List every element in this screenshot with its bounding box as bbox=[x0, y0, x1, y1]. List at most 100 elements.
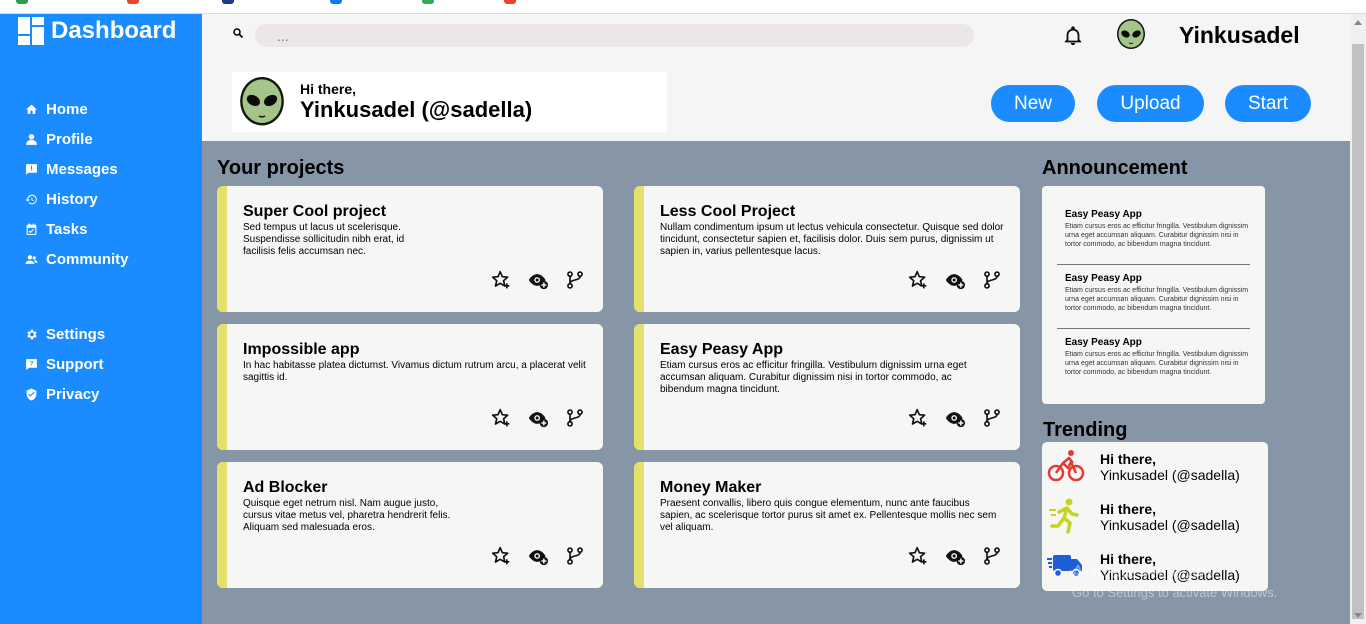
secondary-nav: Settings ? Support Privacy bbox=[24, 319, 194, 409]
bookmark-bar bbox=[0, 0, 1366, 14]
project-actions bbox=[491, 270, 585, 290]
trending-title: Trending bbox=[1043, 419, 1128, 441]
announcement-card: Easy Peasy App Etiam cursus eros ac effi… bbox=[1042, 186, 1265, 404]
cyclist-icon bbox=[1047, 446, 1085, 484]
brand[interactable]: Dashboard bbox=[18, 17, 176, 45]
project-description: Nullam condimentum ipsum ut lectus vehic… bbox=[660, 222, 1004, 257]
nav-label: Privacy bbox=[46, 385, 100, 403]
main-content: Your projects Super Cool project Sed tem… bbox=[202, 141, 1350, 624]
search-icon bbox=[232, 27, 244, 42]
avatar[interactable] bbox=[1115, 19, 1147, 51]
watch-icon[interactable] bbox=[945, 270, 965, 290]
dashboard-grid-icon bbox=[18, 17, 46, 45]
username[interactable]: Yinkusadel bbox=[1179, 22, 1300, 49]
greeting-card: Hi there, Yinkusadel (@sadella) bbox=[232, 72, 667, 132]
watch-icon[interactable] bbox=[945, 546, 965, 566]
project-description: Etiam cursus eros ac efficitur fringilla… bbox=[660, 360, 967, 395]
watch-icon[interactable] bbox=[945, 408, 965, 428]
nav-label: Tasks bbox=[46, 220, 88, 238]
project-card[interactable]: Money Maker Praesent convallis, libero q… bbox=[634, 462, 1020, 588]
fork-icon[interactable] bbox=[565, 546, 585, 566]
card-accent bbox=[634, 186, 644, 312]
new-button[interactable]: New bbox=[991, 85, 1075, 122]
nav-item-profile[interactable]: Profile bbox=[24, 124, 194, 154]
greeting-name: Yinkusadel (@sadella) bbox=[300, 97, 533, 122]
project-card[interactable]: Easy Peasy App Etiam cursus eros ac effi… bbox=[634, 324, 1020, 450]
announcement-item[interactable]: Easy Peasy App Etiam cursus eros ac effi… bbox=[1057, 273, 1250, 313]
watch-icon[interactable] bbox=[528, 270, 548, 290]
support-icon: ? bbox=[24, 357, 38, 371]
project-description: Praesent convallis, libero quis congue e… bbox=[660, 498, 997, 533]
search-input[interactable] bbox=[255, 24, 974, 47]
announcement-item[interactable]: Easy Peasy App Etiam cursus eros ac effi… bbox=[1057, 209, 1250, 249]
nav-item-community[interactable]: Community bbox=[24, 244, 194, 274]
brand-title: Dashboard bbox=[51, 17, 177, 44]
message-icon bbox=[24, 162, 38, 176]
nav-item-home[interactable]: Home bbox=[24, 94, 194, 124]
watch-icon[interactable] bbox=[528, 408, 548, 428]
project-card[interactable]: Impossible app In hac habitasse platea d… bbox=[217, 324, 603, 450]
project-card[interactable]: Super Cool project Sed tempus ut lacus u… bbox=[217, 186, 603, 312]
divider bbox=[1057, 328, 1250, 329]
star-add-icon[interactable] bbox=[491, 270, 511, 290]
trending-name: Yinkusadel (@sadella) bbox=[1100, 517, 1240, 533]
card-accent bbox=[217, 186, 227, 312]
project-actions bbox=[491, 546, 585, 566]
person-icon bbox=[24, 132, 38, 146]
trending-name: Yinkusadel (@sadella) bbox=[1100, 467, 1240, 483]
project-card[interactable]: Ad Blocker Quisque eget netrum nisl. Nam… bbox=[217, 462, 603, 588]
project-actions bbox=[491, 408, 585, 428]
nav-item-tasks[interactable]: Tasks bbox=[24, 214, 194, 244]
trending-greeting: Hi there, bbox=[1100, 501, 1157, 517]
nav-item-privacy[interactable]: Privacy bbox=[24, 379, 194, 409]
watch-icon[interactable] bbox=[528, 546, 548, 566]
nav-label: Messages bbox=[46, 160, 118, 178]
announcement-item[interactable]: Easy Peasy App Etiam cursus eros ac effi… bbox=[1057, 337, 1250, 377]
nav-label: Settings bbox=[46, 325, 106, 343]
announcement-item-title: Easy Peasy App bbox=[1065, 337, 1142, 348]
fork-icon[interactable] bbox=[565, 270, 585, 290]
star-add-icon[interactable] bbox=[908, 546, 928, 566]
gear-icon bbox=[24, 327, 38, 341]
scroll-up-arrow[interactable] bbox=[1354, 20, 1362, 25]
shield-icon bbox=[24, 387, 38, 401]
trending-item[interactable]: Hi there, Yinkusadel (@sadella) bbox=[1042, 492, 1268, 542]
fork-icon[interactable] bbox=[982, 270, 1002, 290]
star-add-icon[interactable] bbox=[491, 408, 511, 428]
nav-item-history[interactable]: History bbox=[24, 184, 194, 214]
nav-item-messages[interactable]: Messages bbox=[24, 154, 194, 184]
people-icon bbox=[24, 252, 38, 266]
star-add-icon[interactable] bbox=[908, 408, 928, 428]
star-add-icon[interactable] bbox=[908, 270, 928, 290]
windows-activation-watermark: Activate Windows Go to Settings to activ… bbox=[1072, 562, 1277, 600]
nav-item-settings[interactable]: Settings bbox=[24, 319, 194, 349]
trending-item[interactable]: Hi there, Yinkusadel (@sadella) bbox=[1042, 442, 1268, 492]
projects-title: Your projects bbox=[217, 157, 345, 179]
upload-button[interactable]: Upload bbox=[1097, 85, 1204, 122]
nav-label: Support bbox=[46, 355, 104, 373]
project-card[interactable]: Less Cool Project Nullam condimentum ips… bbox=[634, 186, 1020, 312]
scroll-thumb[interactable] bbox=[1352, 44, 1364, 619]
project-title: Super Cool project bbox=[243, 203, 387, 220]
fork-icon[interactable] bbox=[565, 408, 585, 428]
nav-item-support[interactable]: ? Support bbox=[24, 349, 194, 379]
nav-label: History bbox=[46, 190, 98, 208]
avatar-large bbox=[237, 76, 287, 128]
divider bbox=[1057, 264, 1250, 265]
project-description: Sed tempus ut lacus ut scelerisque. Susp… bbox=[243, 222, 405, 257]
project-actions bbox=[908, 408, 1002, 428]
fork-icon[interactable] bbox=[982, 408, 1002, 428]
star-add-icon[interactable] bbox=[491, 546, 511, 566]
card-accent bbox=[217, 462, 227, 588]
scroll-down-arrow[interactable] bbox=[1354, 613, 1362, 618]
announcement-title: Announcement bbox=[1042, 157, 1188, 179]
scrollbar[interactable] bbox=[1350, 14, 1366, 624]
project-title: Easy Peasy App bbox=[660, 341, 784, 358]
fork-icon[interactable] bbox=[982, 546, 1002, 566]
history-icon bbox=[24, 192, 38, 206]
start-button[interactable]: Start bbox=[1225, 85, 1311, 122]
greeting-text: Hi there, bbox=[300, 81, 357, 97]
card-accent bbox=[217, 324, 227, 450]
bell-icon[interactable] bbox=[1062, 24, 1084, 48]
announcement-item-title: Easy Peasy App bbox=[1065, 273, 1142, 284]
